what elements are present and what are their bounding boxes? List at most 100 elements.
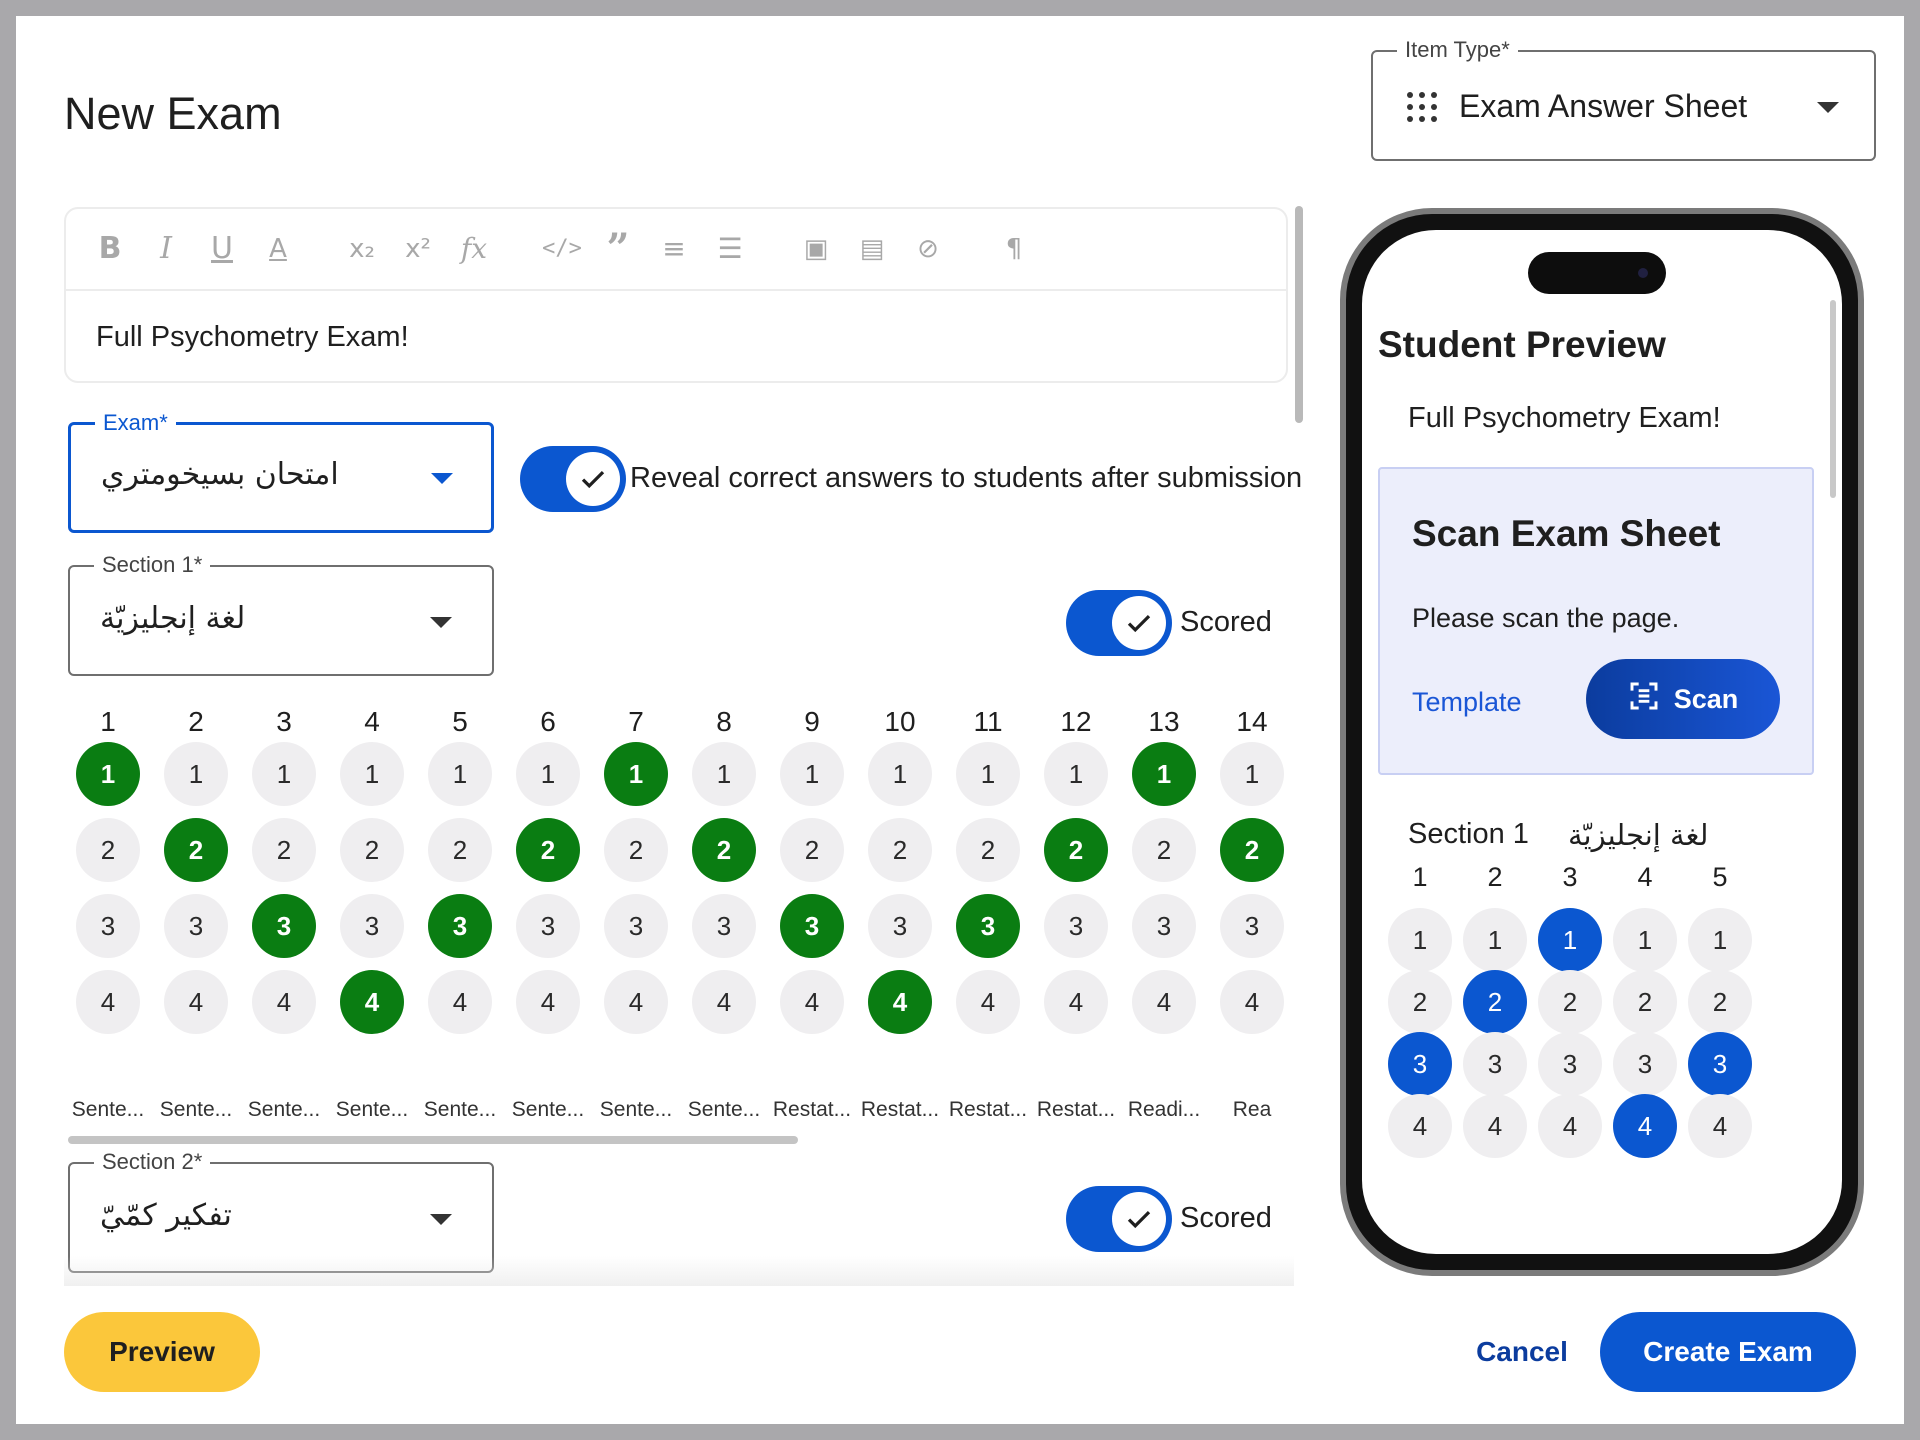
section-2-scored-toggle[interactable] [1066,1186,1172,1252]
answer-bubble[interactable]: 1 [340,742,404,806]
answer-bubble[interactable]: 2 [428,818,492,882]
code-icon[interactable]: </> [542,229,582,269]
preview-answer-bubble[interactable]: 3 [1613,1032,1677,1096]
answer-bubble[interactable]: 3 [428,894,492,958]
answer-bubble[interactable]: 1 [516,742,580,806]
rtl-paragraph-icon[interactable]: ¶ [994,229,1034,269]
answer-bubble[interactable]: 2 [340,818,404,882]
italic-icon[interactable]: I [146,229,186,269]
answer-bubble[interactable]: 3 [164,894,228,958]
rich-text-editor[interactable]: B I U A x₂ x² fx </> ” ≡ ☰ ▣ ▤ ⊘ ¶ Full … [64,207,1288,383]
preview-answer-bubble[interactable]: 1 [1463,908,1527,972]
preview-answer-bubble[interactable]: 2 [1388,970,1452,1034]
answer-bubble[interactable]: 4 [76,970,140,1034]
preview-answer-bubble[interactable]: 2 [1538,970,1602,1034]
answer-bubble[interactable]: 1 [956,742,1020,806]
answer-bubble[interactable]: 2 [1044,818,1108,882]
answer-bubble[interactable]: 3 [252,894,316,958]
answer-bubble[interactable]: 1 [1220,742,1284,806]
answer-bubble[interactable]: 4 [252,970,316,1034]
answer-bubble[interactable]: 3 [780,894,844,958]
formula-icon[interactable]: fx [454,229,494,269]
answer-bubble[interactable]: 3 [1220,894,1284,958]
answer-bubble[interactable]: 4 [1220,970,1284,1034]
preview-answer-bubble[interactable]: 4 [1613,1094,1677,1158]
subscript-icon[interactable]: x₂ [342,229,382,269]
preview-answer-bubble[interactable]: 2 [1463,970,1527,1034]
section-1-select[interactable]: Section 1* لغة إنجليزيّة [68,552,494,676]
image-icon[interactable]: ▣ [796,229,836,269]
answer-bubble[interactable]: 3 [692,894,756,958]
answer-bubble[interactable]: 2 [868,818,932,882]
answer-bubble[interactable]: 4 [340,970,404,1034]
answer-bubble[interactable]: 2 [1132,818,1196,882]
preview-answer-bubble[interactable]: 3 [1388,1032,1452,1096]
preview-answer-bubble[interactable]: 4 [1538,1094,1602,1158]
preview-answer-bubble[interactable]: 4 [1388,1094,1452,1158]
answer-bubble[interactable]: 2 [1220,818,1284,882]
preview-scrollbar[interactable] [1830,300,1836,498]
answer-bubble[interactable]: 1 [868,742,932,806]
answer-bubble[interactable]: 1 [252,742,316,806]
answer-bubble[interactable]: 1 [604,742,668,806]
preview-answer-bubble[interactable]: 3 [1463,1032,1527,1096]
answer-bubble[interactable]: 4 [868,970,932,1034]
section-1-scored-toggle[interactable] [1066,590,1172,656]
answer-bubble[interactable]: 3 [868,894,932,958]
vertical-scrollbar[interactable] [1295,206,1303,423]
answer-bubble[interactable]: 4 [604,970,668,1034]
answer-bubble[interactable]: 3 [604,894,668,958]
answer-bubble[interactable]: 2 [604,818,668,882]
link-icon[interactable]: ⊘ [908,229,948,269]
template-link[interactable]: Template [1412,687,1522,718]
answer-bubble[interactable]: 1 [76,742,140,806]
superscript-icon[interactable]: x² [398,229,438,269]
answer-bubble[interactable]: 4 [780,970,844,1034]
item-type-select[interactable]: Item Type* Exam Answer Sheet [1371,37,1876,161]
video-icon[interactable]: ▤ [852,229,892,269]
answer-bubble[interactable]: 1 [164,742,228,806]
answer-bubble[interactable]: 4 [692,970,756,1034]
preview-answer-bubble[interactable]: 1 [1613,908,1677,972]
blockquote-icon[interactable]: ” [598,229,638,269]
answer-bubble[interactable]: 2 [516,818,580,882]
answer-bubble[interactable]: 4 [1132,970,1196,1034]
preview-answer-bubble[interactable]: 2 [1613,970,1677,1034]
answer-bubble[interactable]: 4 [956,970,1020,1034]
preview-answer-bubble[interactable]: 1 [1688,908,1752,972]
answer-bubble[interactable]: 4 [1044,970,1108,1034]
answer-bubble[interactable]: 2 [164,818,228,882]
answer-bubble[interactable]: 3 [76,894,140,958]
editor-content[interactable]: Full Psychometry Exam! [96,321,409,354]
answer-bubble[interactable]: 1 [1044,742,1108,806]
preview-button[interactable]: Preview [64,1312,260,1392]
cancel-button[interactable]: Cancel [1452,1312,1592,1392]
exam-select[interactable]: Exam* امتحان بسيخومتري [68,410,494,533]
answer-bubble[interactable]: 1 [780,742,844,806]
answer-bubble[interactable]: 1 [692,742,756,806]
numbered-list-icon[interactable]: ≡ [654,229,694,269]
answer-bubble[interactable]: 1 [428,742,492,806]
create-exam-button[interactable]: Create Exam [1600,1312,1856,1392]
preview-answer-bubble[interactable]: 4 [1688,1094,1752,1158]
answer-bubble[interactable]: 3 [340,894,404,958]
preview-answer-bubble[interactable]: 1 [1538,908,1602,972]
underline-icon[interactable]: U [202,229,242,269]
answer-bubble[interactable]: 4 [516,970,580,1034]
answer-bubble[interactable]: 3 [956,894,1020,958]
horizontal-scrollbar[interactable] [68,1136,798,1144]
answer-bubble[interactable]: 4 [164,970,228,1034]
preview-answer-bubble[interactable]: 2 [1688,970,1752,1034]
answer-bubble[interactable]: 2 [780,818,844,882]
preview-answer-bubble[interactable]: 4 [1463,1094,1527,1158]
reveal-answers-toggle[interactable] [520,446,626,512]
answer-bubble[interactable]: 1 [1132,742,1196,806]
answer-bubble[interactable]: 2 [956,818,1020,882]
answer-bubble[interactable]: 4 [428,970,492,1034]
answer-bubble[interactable]: 2 [692,818,756,882]
answer-bubble[interactable]: 2 [76,818,140,882]
answer-bubble[interactable]: 3 [1044,894,1108,958]
answer-bubble[interactable]: 3 [516,894,580,958]
preview-answer-bubble[interactable]: 1 [1388,908,1452,972]
preview-answer-bubble[interactable]: 3 [1688,1032,1752,1096]
